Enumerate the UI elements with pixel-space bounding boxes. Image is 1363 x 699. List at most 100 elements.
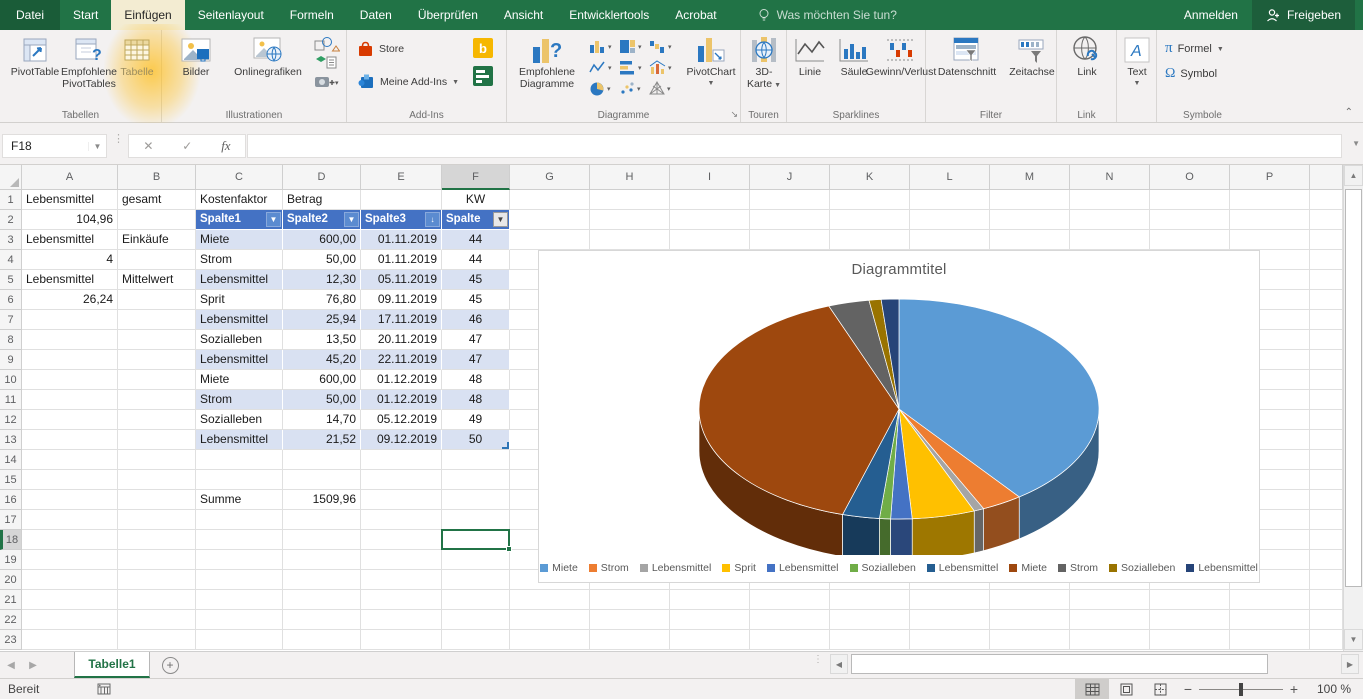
datenschnitt-button[interactable]: Datenschnitt: [928, 33, 1006, 79]
cell-D4[interactable]: 50,00: [283, 250, 361, 270]
cell-E19[interactable]: [361, 550, 442, 570]
row-header-15[interactable]: 15: [0, 470, 22, 490]
cell-B4[interactable]: [118, 250, 196, 270]
cell-B6[interactable]: [118, 290, 196, 310]
cell-D18[interactable]: [283, 530, 361, 550]
zoom-in-button[interactable]: +: [1283, 681, 1305, 697]
cell-J1[interactable]: [750, 190, 830, 210]
cell-A15[interactable]: [22, 470, 118, 490]
cell-P22[interactable]: [1230, 610, 1310, 630]
cell-C8[interactable]: Sozialleben: [196, 330, 283, 350]
bilder-button[interactable]: Bilder: [176, 33, 216, 79]
cell-Q9[interactable]: [1310, 350, 1343, 370]
cell-A13[interactable]: [22, 430, 118, 450]
tell-me-box[interactable]: Was möchten Sie tun?: [758, 8, 897, 22]
combo-chart-button[interactable]: ▾: [649, 60, 679, 75]
cell-Q12[interactable]: [1310, 410, 1343, 430]
cell-B23[interactable]: [118, 630, 196, 650]
cell-A23[interactable]: [22, 630, 118, 650]
column-header-C[interactable]: C: [196, 165, 283, 190]
cell-F19[interactable]: [442, 550, 510, 570]
cell-A1[interactable]: Lebensmittel: [22, 190, 118, 210]
expand-formula-bar-icon[interactable]: ▼: [1352, 139, 1360, 148]
ribbon-tab-überprüfen[interactable]: Überprüfen: [405, 0, 491, 30]
cell-C17[interactable]: [196, 510, 283, 530]
cell-I2[interactable]: [670, 210, 750, 230]
ribbon-tab-entwicklertools[interactable]: Entwicklertools: [556, 0, 662, 30]
pivotchart-button[interactable]: PivotChart ▼: [685, 33, 737, 87]
horizontal-scroll-thumb[interactable]: [851, 654, 1268, 674]
normal-view-button[interactable]: [1075, 679, 1109, 699]
row-header-23[interactable]: 23: [0, 630, 22, 650]
cell-D20[interactable]: [283, 570, 361, 590]
text-button[interactable]: A Text ▼: [1120, 33, 1154, 87]
cell-C5[interactable]: Lebensmittel: [196, 270, 283, 290]
cell-C6[interactable]: Sprit: [196, 290, 283, 310]
cell-F15[interactable]: [442, 470, 510, 490]
cell-E20[interactable]: [361, 570, 442, 590]
sort-filter-icon[interactable]: ↓: [425, 212, 440, 227]
cell-O22[interactable]: [1150, 610, 1230, 630]
cell-N21[interactable]: [1070, 590, 1150, 610]
cell-B12[interactable]: [118, 410, 196, 430]
cell-Q2[interactable]: [1310, 210, 1343, 230]
select-all-corner[interactable]: [0, 165, 22, 190]
cell-Q10[interactable]: [1310, 370, 1343, 390]
cell-E22[interactable]: [361, 610, 442, 630]
cell-A14[interactable]: [22, 450, 118, 470]
cell-B19[interactable]: [118, 550, 196, 570]
row-header-18[interactable]: 18: [0, 530, 22, 550]
cell-F3[interactable]: 44: [442, 230, 510, 250]
cell-E13[interactable]: 09.12.2019: [361, 430, 442, 450]
cell-M1[interactable]: [990, 190, 1070, 210]
cell-F16[interactable]: [442, 490, 510, 510]
cell-E3[interactable]: 01.11.2019: [361, 230, 442, 250]
cell-L21[interactable]: [910, 590, 990, 610]
cell-C11[interactable]: Strom: [196, 390, 283, 410]
ribbon-tab-start[interactable]: Start: [60, 0, 111, 30]
cell-M2[interactable]: [990, 210, 1070, 230]
cell-G1[interactable]: [510, 190, 590, 210]
cell-B18[interactable]: [118, 530, 196, 550]
cell-C22[interactable]: [196, 610, 283, 630]
cell-Q4[interactable]: [1310, 250, 1343, 270]
cell-Q3[interactable]: [1310, 230, 1343, 250]
cell-K23[interactable]: [830, 630, 910, 650]
column-header-D[interactable]: D: [283, 165, 361, 190]
cell-F21[interactable]: [442, 590, 510, 610]
cell-N3[interactable]: [1070, 230, 1150, 250]
cell-E4[interactable]: 01.11.2019: [361, 250, 442, 270]
cell-P23[interactable]: [1230, 630, 1310, 650]
row-header-14[interactable]: 14: [0, 450, 22, 470]
cell-B13[interactable]: [118, 430, 196, 450]
cell-A19[interactable]: [22, 550, 118, 570]
cell-C19[interactable]: [196, 550, 283, 570]
cell-F6[interactable]: 45: [442, 290, 510, 310]
cell-Q6[interactable]: [1310, 290, 1343, 310]
row-header-21[interactable]: 21: [0, 590, 22, 610]
filter-icon[interactable]: ▼: [344, 212, 359, 227]
sparkline-gewinn-verlust-button[interactable]: Gewinn/Verlust: [878, 33, 924, 79]
cell-F5[interactable]: 45: [442, 270, 510, 290]
cell-C20[interactable]: [196, 570, 283, 590]
cell-Q5[interactable]: [1310, 270, 1343, 290]
filter-icon[interactable]: ▼: [266, 212, 281, 227]
cell-F11[interactable]: 48: [442, 390, 510, 410]
cell-C14[interactable]: [196, 450, 283, 470]
formula-input[interactable]: [247, 134, 1342, 158]
cell-D7[interactable]: 25,94: [283, 310, 361, 330]
collapse-ribbon-icon[interactable]: ⌃: [1345, 107, 1353, 118]
cell-C12[interactable]: Sozialleben: [196, 410, 283, 430]
cell-Q14[interactable]: [1310, 450, 1343, 470]
cell-K1[interactable]: [830, 190, 910, 210]
cell-I1[interactable]: [670, 190, 750, 210]
cell-J3[interactable]: [750, 230, 830, 250]
cell-L2[interactable]: [910, 210, 990, 230]
column-header-O[interactable]: O: [1150, 165, 1230, 190]
cell-E7[interactable]: 17.11.2019: [361, 310, 442, 330]
cell-A12[interactable]: [22, 410, 118, 430]
cell-D15[interactable]: [283, 470, 361, 490]
cell-F22[interactable]: [442, 610, 510, 630]
cell-E1[interactable]: [361, 190, 442, 210]
cell-O3[interactable]: [1150, 230, 1230, 250]
